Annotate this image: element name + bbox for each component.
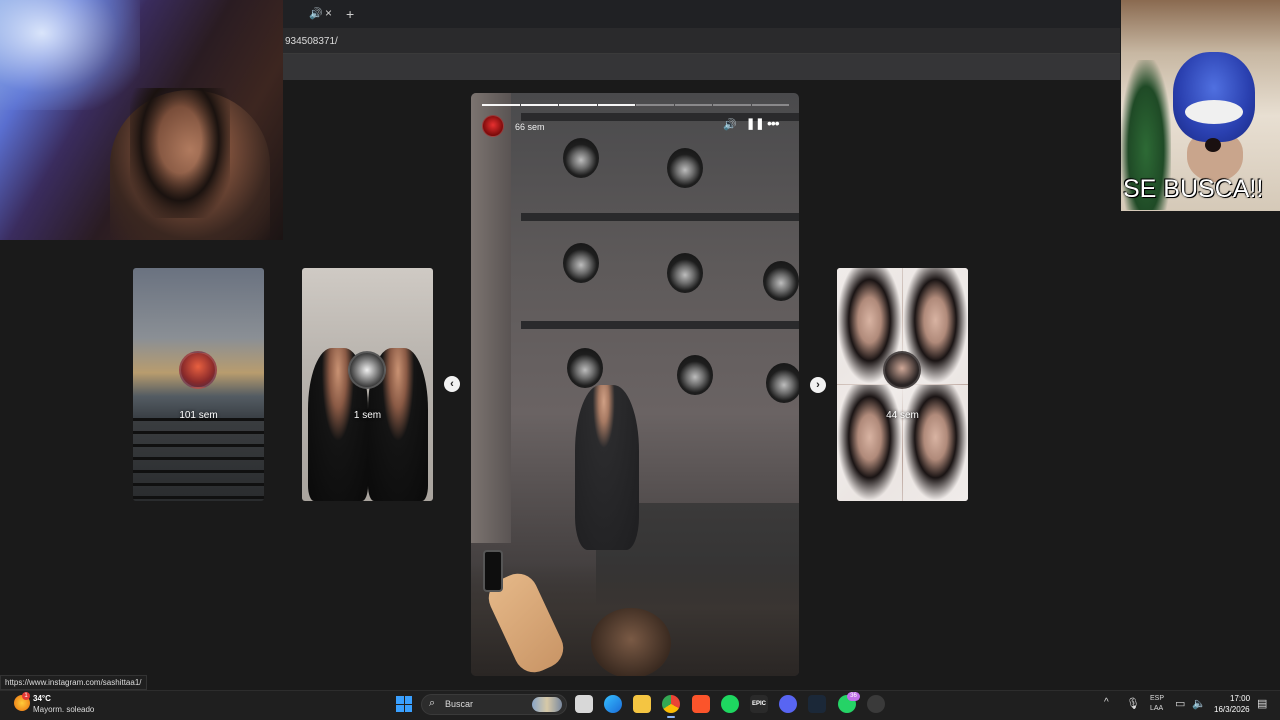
search-label: Buscar bbox=[445, 699, 474, 709]
stage-light bbox=[667, 148, 703, 188]
whatsapp-badge: 36 bbox=[847, 692, 860, 701]
tray-chevron-up-icon[interactable]: ^ bbox=[1104, 697, 1109, 708]
epic-games-icon[interactable]: EPIC bbox=[750, 695, 768, 713]
mask-nose bbox=[1205, 138, 1221, 152]
story-progress bbox=[482, 104, 789, 106]
spotify-icon[interactable] bbox=[721, 695, 739, 713]
brave-icon[interactable] bbox=[692, 695, 710, 713]
mask-eyes bbox=[1185, 100, 1243, 124]
story-avatar bbox=[179, 351, 217, 389]
steam-icon[interactable] bbox=[808, 695, 826, 713]
bookmarks-bar bbox=[283, 54, 1120, 80]
story-time: 66 sem bbox=[515, 122, 545, 132]
address-bar[interactable] bbox=[283, 28, 1120, 54]
story-time: 101 sem bbox=[179, 410, 218, 421]
previous-story-button[interactable]: ‹ bbox=[444, 376, 460, 392]
stage-light bbox=[677, 355, 713, 395]
browser-tab-bar bbox=[283, 0, 1120, 28]
discord-icon[interactable] bbox=[779, 695, 797, 713]
story-card-3[interactable]: 44 sem bbox=[837, 268, 968, 501]
microphone-icon[interactable]: 🎙 bbox=[1126, 697, 1140, 710]
weather-badge: 1 bbox=[22, 692, 30, 700]
status-link: https://www.instagram.com/sashittaa1/ bbox=[0, 675, 147, 690]
crowd-head bbox=[591, 608, 671, 676]
next-story-button[interactable]: › bbox=[810, 377, 826, 393]
progress-segment bbox=[751, 104, 789, 106]
story-avatar bbox=[348, 351, 386, 389]
photo-tile bbox=[837, 385, 902, 501]
webcam-light bbox=[0, 0, 140, 110]
keyboard-layout[interactable]: LAA bbox=[1150, 705, 1163, 712]
url-text[interactable]: 934508371/ bbox=[285, 36, 338, 47]
light-truss bbox=[521, 321, 799, 329]
current-story[interactable] bbox=[471, 93, 799, 676]
story-avatar bbox=[883, 351, 921, 389]
weather-temperature[interactable]: 34°C bbox=[33, 694, 51, 703]
progress-segment bbox=[482, 104, 520, 106]
volume-tray-icon[interactable]: 🔈 bbox=[1192, 697, 1206, 710]
notifications-icon[interactable]: ▤ bbox=[1257, 697, 1267, 710]
photo-tile bbox=[903, 385, 968, 501]
edge-icon[interactable] bbox=[604, 695, 622, 713]
windows-start-icon[interactable] bbox=[396, 696, 412, 712]
story-card-2[interactable]: 1 sem bbox=[302, 268, 433, 501]
progress-segment bbox=[597, 104, 635, 106]
progress-segment bbox=[713, 104, 751, 106]
file-explorer-icon[interactable] bbox=[575, 695, 593, 713]
webcam-hair bbox=[130, 88, 230, 218]
more-icon[interactable]: ••• bbox=[767, 115, 785, 131]
chrome-icon[interactable] bbox=[662, 695, 680, 718]
story-time: 1 sem bbox=[353, 410, 382, 421]
weather-description[interactable]: Mayorm. soleado bbox=[33, 705, 94, 714]
light-truss bbox=[521, 213, 799, 221]
pause-icon[interactable]: ❚❚ bbox=[746, 117, 764, 133]
stage-light bbox=[563, 243, 599, 283]
story-author-avatar[interactable] bbox=[482, 115, 504, 137]
clock-date[interactable]: 16/3/2026 bbox=[1214, 705, 1250, 714]
progress-segment bbox=[674, 104, 712, 106]
folder-icon[interactable] bbox=[633, 695, 651, 713]
progress-segment bbox=[636, 104, 674, 106]
balcony-rail bbox=[133, 418, 264, 501]
webcam-caption: SE BUSCA!! bbox=[1123, 175, 1264, 203]
browser-tab[interactable]: 🔊 × bbox=[295, 4, 365, 24]
stage-light bbox=[563, 138, 599, 178]
volume-icon[interactable]: 🔊 bbox=[723, 118, 737, 132]
new-tab-button[interactable]: + bbox=[346, 6, 354, 22]
story-time: 44 sem bbox=[886, 410, 919, 421]
language-indicator[interactable]: ESP bbox=[1150, 695, 1164, 702]
close-icon[interactable]: × bbox=[325, 6, 332, 20]
story-card-1[interactable]: 101 sem bbox=[133, 268, 264, 501]
progress-segment bbox=[559, 104, 597, 106]
stage-wall bbox=[471, 93, 511, 543]
held-phone bbox=[483, 550, 503, 592]
sonic-mask bbox=[1173, 52, 1255, 142]
stage-light bbox=[763, 261, 799, 301]
obs-icon[interactable] bbox=[867, 695, 885, 713]
clock-time[interactable]: 17:00 bbox=[1230, 694, 1250, 703]
network-icon[interactable]: ▭ bbox=[1175, 697, 1185, 710]
progress-segment bbox=[520, 104, 558, 106]
stage-light bbox=[567, 348, 603, 388]
search-highlight-icon bbox=[532, 697, 562, 712]
speaker-icon[interactable]: 🔊 bbox=[309, 7, 323, 20]
search-icon: ⌕ bbox=[429, 697, 436, 709]
stage-light bbox=[667, 253, 703, 293]
performer bbox=[575, 385, 639, 550]
webcam-left bbox=[0, 0, 283, 240]
stage-light bbox=[766, 363, 799, 403]
